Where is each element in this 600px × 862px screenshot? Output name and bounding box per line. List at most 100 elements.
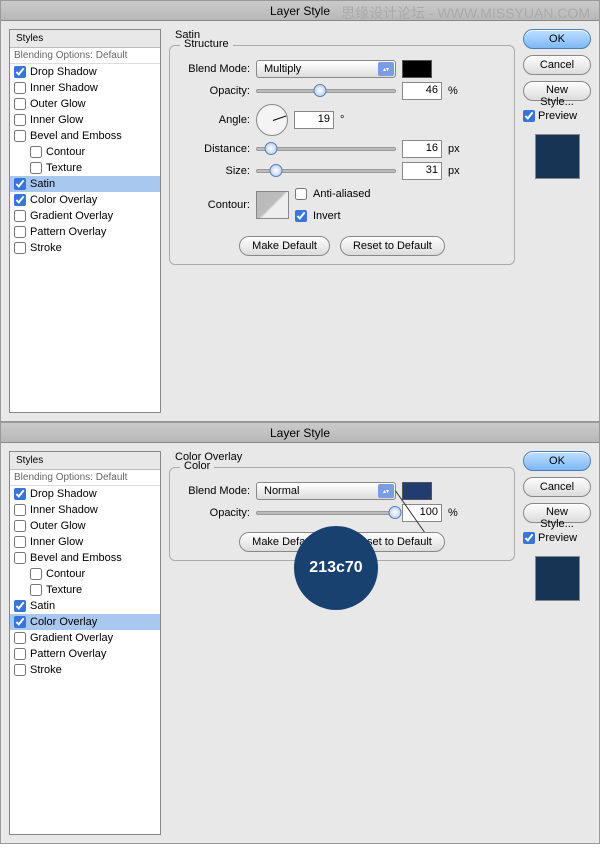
blending-options-header[interactable]: Blending Options: Default — [10, 48, 160, 64]
color-overlay-title: Color Overlay — [175, 451, 515, 463]
dropdown-arrow-icon: ▴▾ — [378, 484, 394, 498]
style-satin[interactable]: Satin — [10, 598, 160, 614]
invert-checkbox[interactable] — [295, 210, 307, 222]
ok-button[interactable]: OK — [523, 451, 591, 471]
style-stroke[interactable]: Stroke — [10, 240, 160, 256]
preview-swatch — [535, 556, 580, 601]
opacity-input[interactable]: 100 — [402, 504, 442, 522]
checkbox-texture[interactable] — [30, 162, 42, 174]
checkbox-gradient-overlay[interactable] — [14, 210, 26, 222]
blendmode-label: Blend Mode: — [178, 485, 250, 497]
opacity-slider[interactable] — [256, 89, 396, 93]
checkbox-gradient-overlay[interactable] — [14, 632, 26, 644]
style-outer-glow[interactable]: Outer Glow — [10, 96, 160, 112]
checkbox-contour[interactable] — [30, 146, 42, 158]
color-swatch[interactable] — [402, 482, 432, 500]
checkbox-bevel[interactable] — [14, 130, 26, 142]
size-slider[interactable] — [256, 169, 396, 173]
antialiased-checkbox[interactable] — [295, 188, 307, 200]
style-bevel-emboss[interactable]: Bevel and Emboss — [10, 550, 160, 566]
style-gradient-overlay[interactable]: Gradient Overlay — [10, 630, 160, 646]
checkbox-contour[interactable] — [30, 568, 42, 580]
style-inner-shadow[interactable]: Inner Shadow — [10, 80, 160, 96]
settings-panel: Satin Structure Blend Mode: Multiply▴▾ O… — [169, 29, 515, 413]
reset-default-button[interactable]: Reset to Default — [340, 236, 445, 256]
style-satin[interactable]: Satin — [10, 176, 160, 192]
opacity-input[interactable]: 46 — [402, 82, 442, 100]
blendmode-dropdown[interactable]: Normal▴▾ — [256, 482, 396, 500]
distance-slider[interactable] — [256, 147, 396, 151]
distance-input[interactable]: 16 — [402, 140, 442, 158]
style-drop-shadow[interactable]: Drop Shadow — [10, 64, 160, 80]
new-style-button[interactable]: New Style... — [523, 503, 591, 523]
style-contour[interactable]: Contour — [10, 566, 160, 582]
style-texture[interactable]: Texture — [10, 160, 160, 176]
style-pattern-overlay[interactable]: Pattern Overlay — [10, 646, 160, 662]
cancel-button[interactable]: Cancel — [523, 55, 591, 75]
style-pattern-overlay[interactable]: Pattern Overlay — [10, 224, 160, 240]
dropdown-arrow-icon: ▴▾ — [378, 62, 394, 76]
checkbox-texture[interactable] — [30, 584, 42, 596]
style-inner-glow[interactable]: Inner Glow — [10, 534, 160, 550]
style-bevel-emboss[interactable]: Bevel and Emboss — [10, 128, 160, 144]
style-color-overlay[interactable]: Color Overlay — [10, 614, 160, 630]
styles-panel: Styles Blending Options: Default Drop Sh… — [9, 29, 161, 413]
new-style-button[interactable]: New Style... — [523, 81, 591, 101]
angle-unit: ° — [340, 114, 344, 126]
color-swatch[interactable] — [402, 60, 432, 78]
size-input[interactable]: 31 — [402, 162, 442, 180]
blendmode-dropdown[interactable]: Multiply▴▾ — [256, 60, 396, 78]
ok-button[interactable]: OK — [523, 29, 591, 49]
opacity-unit: % — [448, 85, 458, 97]
angle-wheel[interactable] — [256, 104, 288, 136]
preview-checkbox[interactable] — [523, 532, 535, 544]
antialiased-option[interactable]: Anti-aliased — [295, 188, 370, 200]
invert-option[interactable]: Invert — [295, 210, 370, 222]
checkbox-inner-shadow[interactable] — [14, 82, 26, 94]
contour-picker[interactable] — [256, 191, 289, 219]
checkbox-pattern-overlay[interactable] — [14, 648, 26, 660]
preview-checkbox[interactable] — [523, 110, 535, 122]
style-drop-shadow[interactable]: Drop Shadow — [10, 486, 160, 502]
preview-swatch — [535, 134, 580, 179]
angle-label: Angle: — [178, 114, 250, 126]
preview-option[interactable]: Preview — [523, 110, 591, 122]
style-texture[interactable]: Texture — [10, 582, 160, 598]
styles-header[interactable]: Styles — [10, 30, 160, 48]
preview-option[interactable]: Preview — [523, 532, 591, 544]
checkbox-stroke[interactable] — [14, 664, 26, 676]
opacity-slider[interactable] — [256, 511, 396, 515]
style-stroke[interactable]: Stroke — [10, 662, 160, 678]
checkbox-inner-glow[interactable] — [14, 114, 26, 126]
blending-options-header[interactable]: Blending Options: Default — [10, 470, 160, 486]
checkbox-pattern-overlay[interactable] — [14, 226, 26, 238]
checkbox-satin[interactable] — [14, 600, 26, 612]
size-unit: px — [448, 165, 460, 177]
cancel-button[interactable]: Cancel — [523, 477, 591, 497]
angle-input[interactable]: 19 — [294, 111, 334, 129]
checkbox-bevel[interactable] — [14, 552, 26, 564]
checkbox-outer-glow[interactable] — [14, 98, 26, 110]
color-hex-callout: 213c70 — [294, 526, 378, 610]
checkbox-outer-glow[interactable] — [14, 520, 26, 532]
checkbox-color-overlay[interactable] — [14, 194, 26, 206]
checkbox-stroke[interactable] — [14, 242, 26, 254]
contour-label: Contour: — [178, 199, 250, 211]
blendmode-label: Blend Mode: — [178, 63, 250, 75]
checkbox-inner-glow[interactable] — [14, 536, 26, 548]
style-outer-glow[interactable]: Outer Glow — [10, 518, 160, 534]
style-color-overlay[interactable]: Color Overlay — [10, 192, 160, 208]
styles-header[interactable]: Styles — [10, 452, 160, 470]
styles-panel: Styles Blending Options: Default Drop Sh… — [9, 451, 161, 835]
checkbox-satin[interactable] — [14, 178, 26, 190]
style-contour[interactable]: Contour — [10, 144, 160, 160]
checkbox-color-overlay[interactable] — [14, 616, 26, 628]
checkbox-drop-shadow[interactable] — [14, 66, 26, 78]
checkbox-inner-shadow[interactable] — [14, 504, 26, 516]
checkbox-drop-shadow[interactable] — [14, 488, 26, 500]
style-gradient-overlay[interactable]: Gradient Overlay — [10, 208, 160, 224]
right-panel: OK Cancel New Style... Preview — [523, 451, 591, 835]
style-inner-shadow[interactable]: Inner Shadow — [10, 502, 160, 518]
make-default-button[interactable]: Make Default — [239, 236, 330, 256]
style-inner-glow[interactable]: Inner Glow — [10, 112, 160, 128]
